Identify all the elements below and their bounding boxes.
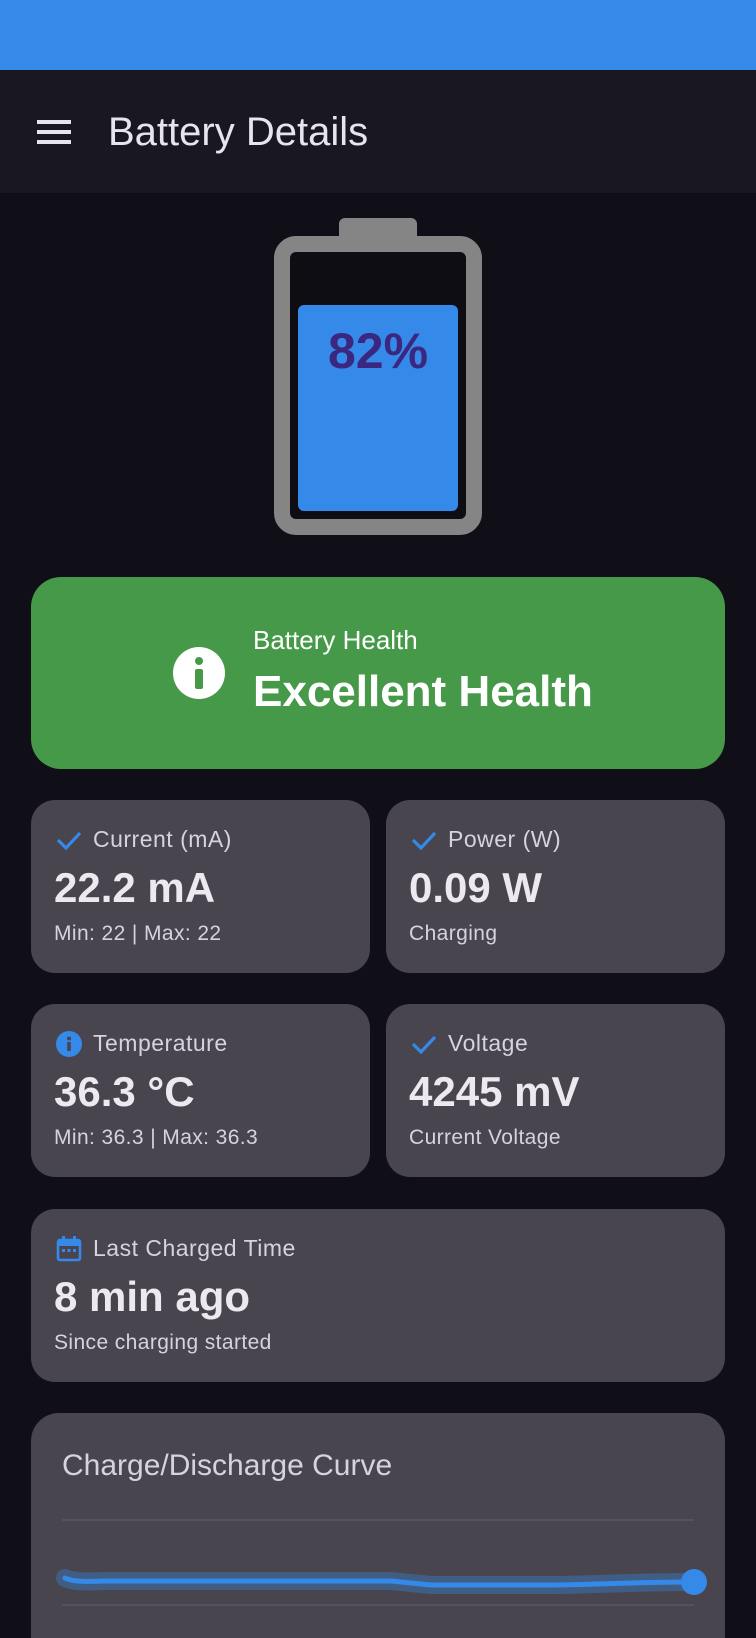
temperature-range: Min: 36.3 | Max: 36.3 bbox=[54, 1126, 259, 1149]
calendar-icon bbox=[56, 1236, 82, 1262]
info-icon bbox=[56, 1031, 82, 1057]
page-title: Battery Details bbox=[108, 110, 369, 154]
menu-button[interactable] bbox=[24, 104, 84, 160]
battery-graphic: 82% bbox=[272, 218, 484, 536]
health-label: Battery Health bbox=[253, 625, 418, 655]
last-charged-card[interactable]: Last Charged Time 8 min ago Since chargi… bbox=[31, 1209, 725, 1382]
charge-curve-chart bbox=[56, 1519, 707, 1606]
menu-icon bbox=[37, 120, 71, 144]
current-range: Min: 22 | Max: 22 bbox=[54, 922, 222, 945]
battery-percent: 82% bbox=[327, 323, 429, 379]
app-bar: Battery Details bbox=[0, 70, 756, 193]
power-status: Charging bbox=[409, 922, 498, 945]
status-bar bbox=[0, 0, 756, 70]
voltage-value: 4245 mV bbox=[409, 1068, 580, 1115]
check-icon bbox=[56, 831, 82, 851]
power-card[interactable]: Power (W) 0.09 W Charging bbox=[386, 800, 725, 973]
battery-body bbox=[274, 236, 482, 535]
voltage-card[interactable]: Voltage 4245 mV Current Voltage bbox=[386, 1004, 725, 1177]
last-charged-sub: Since charging started bbox=[54, 1331, 272, 1354]
last-charged-value: 8 min ago bbox=[54, 1273, 251, 1320]
current-label: Current (mA) bbox=[93, 826, 232, 852]
charge-curve-card: Charge/Discharge Curve bbox=[31, 1413, 725, 1638]
check-icon bbox=[411, 1035, 437, 1055]
health-value: Excellent Health bbox=[253, 667, 593, 716]
temperature-value: 36.3 °C bbox=[54, 1068, 195, 1115]
curve-endpoint bbox=[681, 1569, 707, 1595]
temperature-card[interactable]: Temperature 36.3 °C Min: 36.3 | Max: 36.… bbox=[31, 1004, 370, 1177]
power-value: 0.09 W bbox=[409, 864, 543, 911]
power-label: Power (W) bbox=[448, 826, 562, 852]
current-card[interactable]: Current (mA) 22.2 mA Min: 22 | Max: 22 bbox=[31, 800, 370, 973]
info-icon bbox=[173, 647, 225, 699]
last-charged-label: Last Charged Time bbox=[93, 1235, 296, 1261]
battery-health-card[interactable]: Battery Health Excellent Health bbox=[31, 577, 725, 769]
voltage-sub: Current Voltage bbox=[409, 1126, 561, 1149]
temperature-label: Temperature bbox=[93, 1030, 228, 1056]
current-value: 22.2 mA bbox=[54, 864, 216, 911]
check-icon bbox=[411, 831, 437, 851]
voltage-label: Voltage bbox=[448, 1030, 529, 1056]
